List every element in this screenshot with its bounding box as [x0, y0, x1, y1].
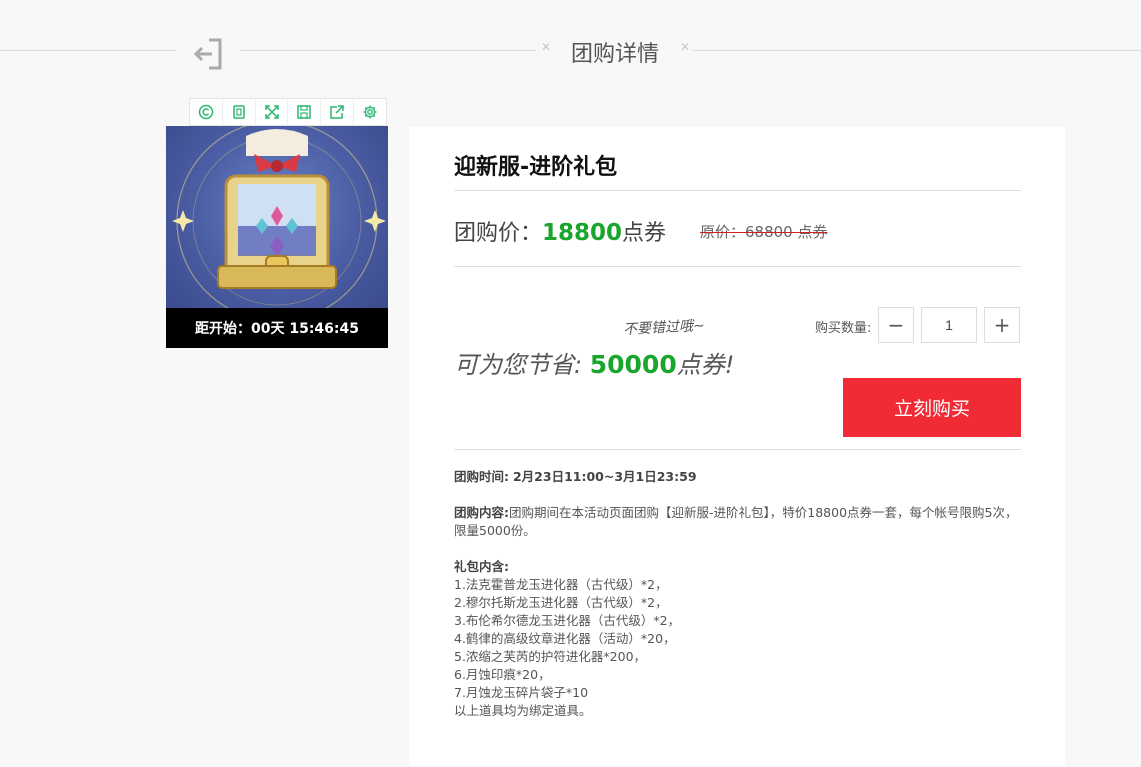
gear-icon: [363, 105, 377, 119]
list-item: 6.月蚀印痕*20，: [454, 667, 551, 682]
savings-value: 50000: [589, 350, 677, 379]
list-item: 5.浓缩之芙芮的护符进化器*200，: [454, 649, 647, 664]
copyright-icon: [198, 104, 214, 120]
countdown-timer: 距开始：00天 15:46:45: [166, 308, 388, 348]
savings-prefix: 可为您节省:: [454, 351, 583, 379]
expand-icon: [264, 105, 279, 119]
header-divider-mid: [240, 50, 536, 51]
group-price: 团购价：18800点券: [454, 215, 666, 247]
product-title: 迎新服-进阶礼包: [454, 155, 618, 180]
product-image: [166, 126, 388, 308]
group-price-value: 18800: [542, 220, 623, 246]
purchase-content: 团购内容:团购期间在本活动页面团购【迎新服-进阶礼包】，特价18800点券一套，…: [454, 504, 1021, 540]
savings-suffix: 点券!: [676, 351, 735, 379]
save-button[interactable]: [288, 99, 322, 125]
buy-now-button[interactable]: 立刻购买: [843, 378, 1021, 437]
exit-arrow-icon: [193, 38, 222, 70]
list-item: 7.月蚀龙玉碎片袋子*10: [454, 685, 589, 700]
purchase-time: 团购时间: 2月23日11:00~3月1日23:59: [454, 468, 1021, 486]
divider: [454, 190, 1021, 191]
product-detail-card: 迎新服-进阶礼包 团购价：18800点券 原价：68800 点券 不要错过哦~ …: [409, 127, 1065, 767]
purchase-time-label: 团购时间:: [454, 469, 509, 484]
page-title: 团购详情: [570, 42, 659, 67]
purchase-content-label: 团购内容:: [454, 505, 509, 520]
copy-icon: [232, 105, 245, 119]
original-price: 原价：68800 点券: [700, 223, 828, 241]
copyright-button[interactable]: [190, 99, 223, 125]
settings-button[interactable]: [354, 99, 386, 125]
divider: [454, 449, 1021, 450]
share-button[interactable]: [321, 99, 355, 125]
purchase-content-text: 团购期间在本活动页面团购【迎新服-进阶礼包】，特价18800点券一套，每个帐号限…: [454, 505, 1018, 538]
quantity-label: 购买数量:: [815, 321, 872, 336]
list-item: 3.布伦希尔德龙玉进化器（古代级）*2，: [454, 613, 681, 628]
group-price-label: 团购价：: [454, 221, 543, 246]
share-icon: [330, 105, 344, 119]
package-contents-label: 礼包内含:: [454, 559, 509, 574]
header-divider-right: [692, 50, 1141, 51]
quantity-decrease-button[interactable]: −: [878, 307, 914, 343]
savings-text: 可为您节省: 50000点券!: [454, 345, 734, 380]
back-button[interactable]: [192, 36, 226, 72]
header-divider-left: [0, 50, 176, 51]
package-contents: 礼包内含: 1.法克霍普龙玉进化器（古代级）*2， 2.穆尔托斯龙玉进化器（古代…: [454, 558, 1021, 720]
purchase-time-value: 2月23日11:00~3月1日23:59: [512, 469, 697, 484]
divider: [454, 266, 1021, 267]
copy-button[interactable]: [223, 99, 256, 125]
list-item: 1.法克霍普龙玉进化器（古代级）*2，: [454, 577, 668, 592]
header-x-icon: ✕: [541, 40, 552, 54]
header-x-icon: ✕: [680, 40, 691, 54]
quantity-input[interactable]: [921, 307, 977, 343]
treasure-chest-icon: [172, 126, 386, 308]
image-toolbar: [189, 98, 387, 126]
save-icon: [297, 105, 312, 119]
expand-button[interactable]: [256, 99, 289, 125]
list-item: 2.穆尔托斯龙玉进化器（古代级）*2，: [454, 595, 668, 610]
quantity-increase-button[interactable]: +: [984, 307, 1020, 343]
group-price-unit: 点券: [622, 221, 667, 246]
package-footnote: 以上道具均为绑定道具。: [454, 703, 592, 718]
list-item: 4.鹤律的高级纹章进化器（活动）*20，: [454, 631, 676, 646]
save-note: 不要错过哦~: [622, 317, 706, 339]
